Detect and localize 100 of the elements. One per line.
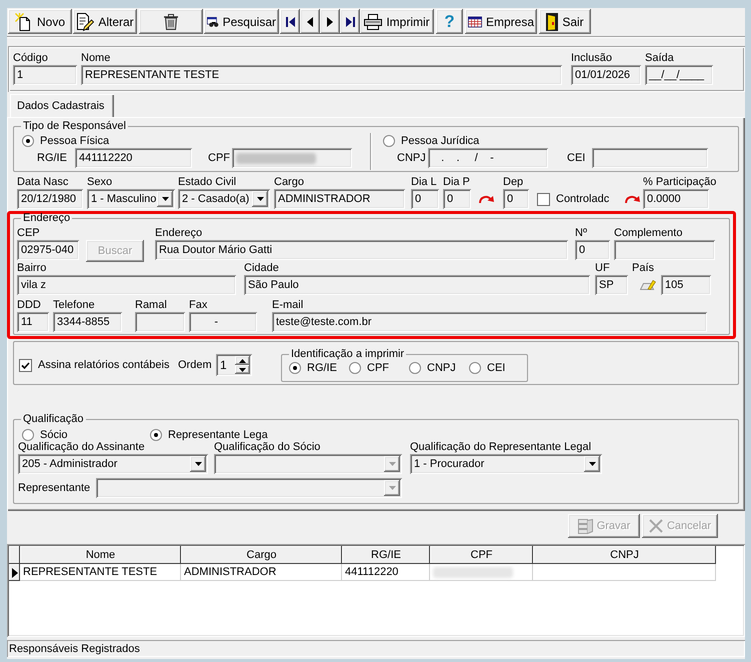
field-label: Sexo <box>87 176 112 189</box>
dropdown-button[interactable] <box>584 456 600 472</box>
field-label: DDD <box>17 299 41 312</box>
text-field[interactable]: 11 <box>17 312 49 332</box>
field-label: CNPJ <box>397 151 426 166</box>
group-title: Endereço <box>22 212 72 225</box>
text-field[interactable]: 02975-040 <box>17 240 79 260</box>
column-header[interactable]: CNPJ <box>533 546 716 564</box>
text-field[interactable] <box>232 148 352 168</box>
company-button[interactable]: Empresa <box>465 9 537 34</box>
help-button[interactable]: ? <box>436 9 463 34</box>
dropdown-button[interactable] <box>190 456 206 472</box>
radio-button[interactable]: Pessoa Jurídica <box>383 134 480 147</box>
caret-down-icon <box>194 462 202 466</box>
skip-last-icon <box>346 16 354 26</box>
table-cell: 441112220 <box>342 564 430 581</box>
text-field[interactable]: 1 <box>13 65 77 85</box>
text-field[interactable]: 0 <box>411 189 439 209</box>
column-header[interactable]: CPF <box>430 546 533 564</box>
text-field[interactable]: 01/01/2026 <box>571 65 641 85</box>
text-field[interactable]: 0 <box>575 240 610 260</box>
caret-down-icon <box>256 197 264 201</box>
spin-down-button[interactable] <box>235 365 250 374</box>
text-field[interactable]: 3344-8855 <box>53 312 122 332</box>
text-field[interactable] <box>592 148 708 168</box>
previous-record-button[interactable] <box>300 9 320 34</box>
field-label: % Participação <box>643 176 716 189</box>
radio-button[interactable]: CEI <box>469 361 506 374</box>
next-record-button[interactable] <box>320 9 340 34</box>
dropdown-field[interactable]: 1 - Procurador <box>410 454 602 474</box>
text-field[interactable]: 0.0000 <box>643 189 709 209</box>
text-field[interactable]: 105 <box>661 275 711 295</box>
column-header[interactable]: Nome <box>20 546 181 564</box>
field-label: Fax <box>189 299 208 312</box>
trash-icon <box>164 14 178 30</box>
field-label: UF <box>595 262 610 275</box>
radio-button[interactable]: Sócio <box>22 428 68 441</box>
text-field[interactable]: Rua Doutor Mário Gatti <box>155 240 568 260</box>
checkbox[interactable]: Controladc <box>537 189 610 209</box>
radio-button[interactable]: Representante Lega <box>150 428 268 441</box>
field-label: E-mail <box>272 299 304 312</box>
radio-button[interactable]: CPF <box>349 361 389 374</box>
field-label: Bairro <box>17 262 46 275</box>
text-field[interactable]: 0 <box>443 189 471 209</box>
x-icon <box>648 519 663 533</box>
checkbox[interactable]: Assina relatórios contábeis <box>19 358 170 372</box>
field-label: Estado Civil <box>178 176 236 189</box>
triangle-right-icon <box>327 16 333 26</box>
search-button[interactable]: Pesquisar <box>204 9 279 34</box>
caret-down-icon <box>588 462 596 466</box>
radio-button[interactable]: CNPJ <box>409 361 456 374</box>
new-button[interactable]: Novo <box>8 9 72 34</box>
tab[interactable]: Dados Cadastrais <box>10 94 114 117</box>
text-field[interactable] <box>135 312 185 332</box>
radio-button[interactable]: Pessoa Física <box>22 134 110 147</box>
dropdown-field[interactable]: 1 - Masculino <box>87 189 175 209</box>
edit-button[interactable]: Alterar <box>73 9 137 34</box>
text-field[interactable]: 441112220 <box>75 148 192 168</box>
field-label: Qualificação do Assinante <box>18 441 145 454</box>
dropdown-field[interactable]: 2 - Casado(a) <box>178 189 270 209</box>
field-label: Código <box>13 52 48 65</box>
text-field[interactable] <box>614 240 715 260</box>
caret-down-icon <box>162 197 168 201</box>
column-header[interactable]: RG/IE <box>342 546 430 564</box>
field-label: Qualificação do Representante Legal <box>410 441 592 454</box>
text-field[interactable]: REPRESENTANTE TESTE <box>81 65 562 85</box>
dropdown-field[interactable]: 205 - Administrador <box>18 454 208 474</box>
header-corner <box>9 546 20 564</box>
field-label: Complemento <box>614 227 682 240</box>
field-label: Dep <box>503 176 524 189</box>
field-label: CEP <box>17 227 40 240</box>
dropdown-button[interactable] <box>157 191 173 207</box>
radio-button[interactable]: RG/IE <box>289 361 337 374</box>
status-text: Responsáveis Registrados <box>9 642 140 654</box>
dropdown-button[interactable] <box>252 191 268 207</box>
group-title: Tipo de Responsável <box>22 120 127 133</box>
field-label: Data Nasc <box>17 176 68 189</box>
text-field[interactable]: ADMINISTRADOR <box>274 189 405 209</box>
last-record-button[interactable] <box>340 9 360 34</box>
text-field[interactable]: 0 <box>503 189 529 209</box>
field-label: Dia L <box>411 176 437 189</box>
column-header[interactable]: Cargo <box>181 546 342 564</box>
text-field[interactable]: vila z <box>17 275 236 295</box>
text-field[interactable]: __/__/____ <box>645 65 713 85</box>
text-field[interactable]: 20/12/1980 <box>17 189 83 209</box>
exit-button[interactable]: Sair <box>539 9 591 34</box>
field-label: Dia P <box>443 176 470 189</box>
delete-button[interactable] <box>139 9 203 34</box>
field-label: Nome <box>81 52 110 65</box>
row-selector[interactable] <box>9 564 20 581</box>
text-field[interactable]: . . / - <box>428 148 548 168</box>
text-field[interactable]: teste@teste.com.br <box>272 312 707 332</box>
first-record-button[interactable] <box>280 9 300 34</box>
print-button[interactable]: Imprimir <box>360 9 434 34</box>
field-label: Ramal <box>135 299 167 312</box>
text-field[interactable]: - <box>189 312 257 332</box>
text-field[interactable]: São Paulo <box>244 275 590 295</box>
spin-up-button[interactable] <box>235 356 250 365</box>
text-field[interactable]: SP <box>595 275 628 295</box>
spinner-field[interactable]: 1 <box>216 354 252 376</box>
